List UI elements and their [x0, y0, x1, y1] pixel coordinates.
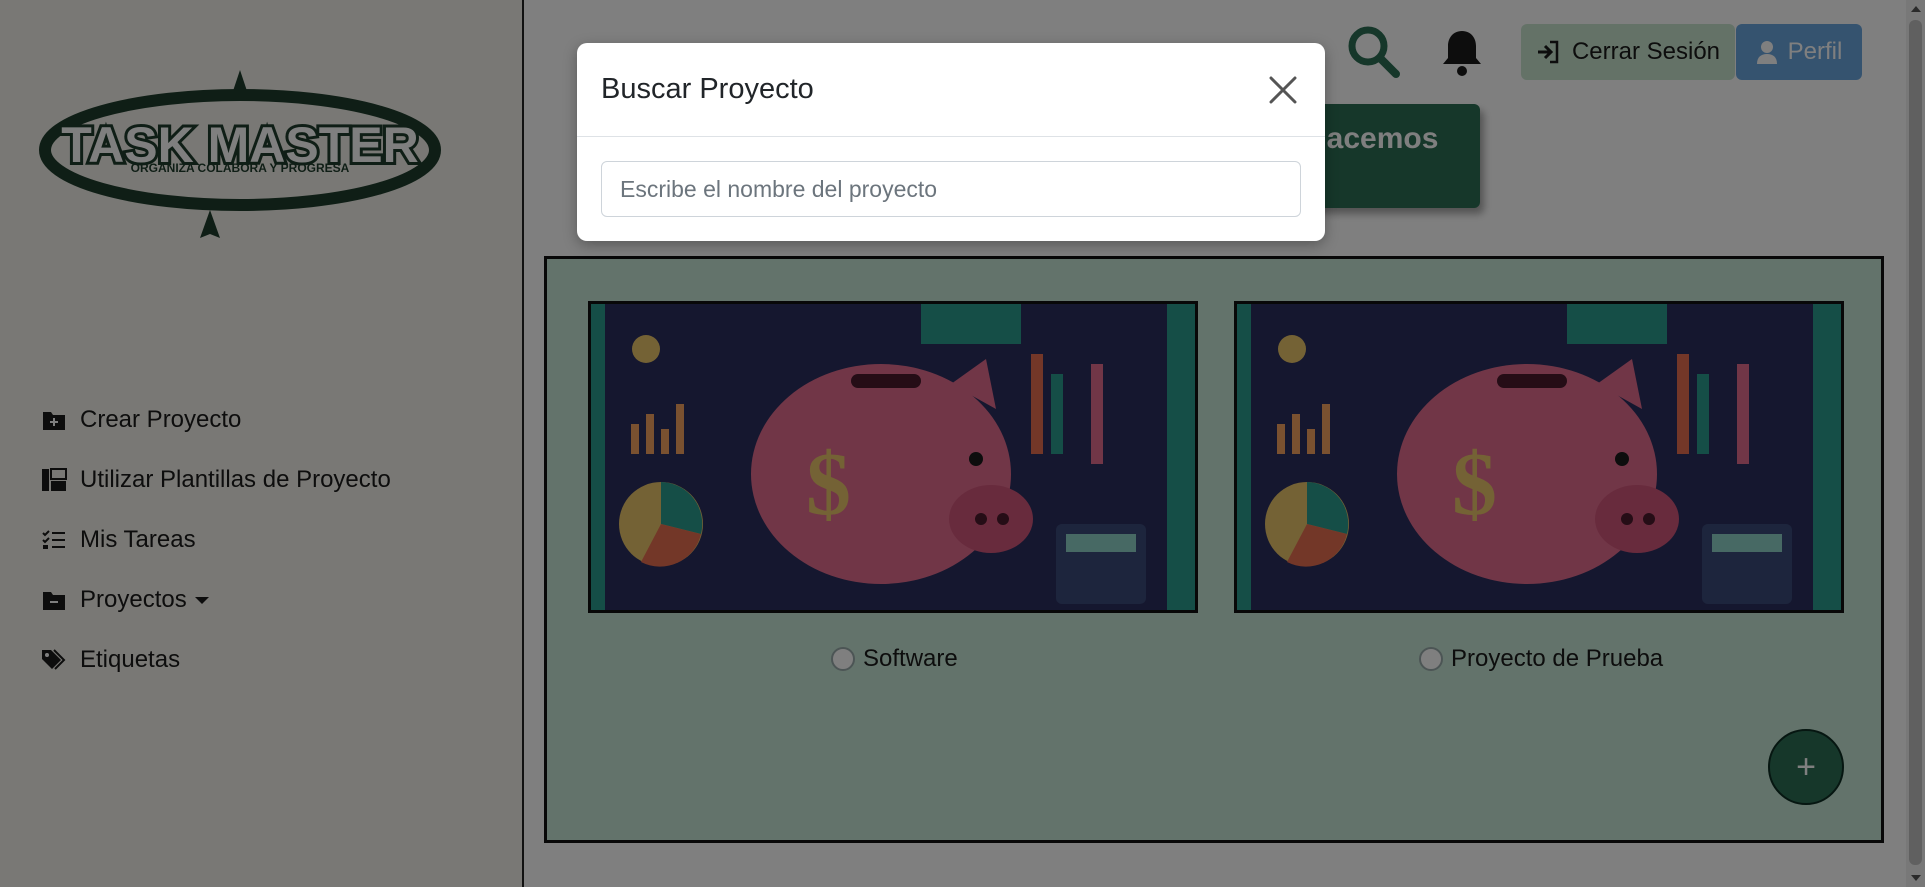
project-search-input[interactable] — [601, 161, 1301, 217]
modal-title: Buscar Proyecto — [601, 73, 814, 105]
close-icon[interactable] — [1265, 72, 1301, 108]
search-project-modal: Buscar Proyecto — [577, 43, 1325, 241]
modal-body — [577, 137, 1325, 241]
modal-header: Buscar Proyecto — [577, 43, 1325, 137]
